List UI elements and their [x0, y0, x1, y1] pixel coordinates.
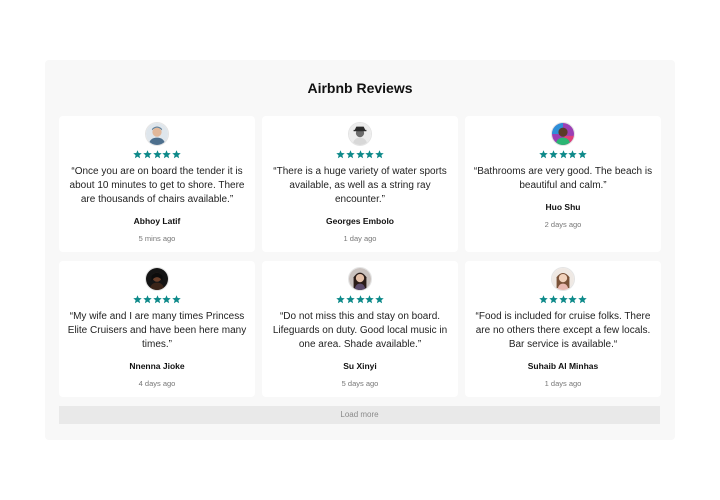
star-icon — [568, 150, 577, 159]
review-time: 5 days ago — [341, 379, 379, 388]
star-icon — [558, 150, 568, 159]
review-card: “Once you are on board the tender it is … — [59, 116, 255, 252]
star-icon — [568, 295, 577, 304]
star-icon — [171, 295, 181, 304]
star-icon — [133, 295, 143, 304]
star-icon — [374, 295, 384, 304]
star-icon — [374, 150, 384, 159]
load-more-button[interactable]: Load more — [59, 406, 660, 424]
review-card: “There is a huge variety of water sports… — [262, 116, 458, 252]
reviews-panel: Airbnb Reviews “Once you are on board th… — [45, 60, 675, 440]
review-card: “Do not miss this and stay on board. Lif… — [262, 261, 458, 397]
star-icon — [355, 295, 365, 304]
star-icon — [143, 295, 152, 304]
star-rating — [471, 295, 655, 306]
star-icon — [346, 295, 355, 304]
review-text: “My wife and I are many times Princess E… — [67, 311, 247, 350]
star-icon — [558, 295, 568, 304]
avatar — [145, 267, 169, 291]
star-rating — [65, 295, 249, 306]
reviewer-name: Huo Shu — [545, 202, 581, 212]
star-icon — [549, 150, 558, 159]
star-icon — [162, 150, 171, 159]
star-icon — [336, 295, 346, 304]
review-card: “Bathrooms are very good. The beach is b… — [465, 116, 661, 252]
avatar — [551, 267, 575, 291]
review-time: 4 days ago — [138, 379, 176, 388]
avatar — [145, 122, 169, 146]
star-icon — [355, 150, 365, 159]
star-icon — [171, 150, 181, 159]
review-card: “My wife and I are many times Princess E… — [59, 261, 255, 397]
reviewer-name: Nnenna Jioke — [129, 361, 185, 371]
review-text: “Food is included for cruise folks. Ther… — [475, 311, 651, 350]
star-icon — [162, 295, 171, 304]
review-text: “Once you are on board the tender it is … — [69, 166, 245, 205]
star-rating — [471, 150, 655, 161]
review-time: 2 days ago — [544, 220, 582, 229]
review-time: 1 days ago — [544, 379, 582, 388]
review-card: “Food is included for cruise folks. Ther… — [465, 261, 661, 397]
page-title: Airbnb Reviews — [307, 80, 413, 96]
star-icon — [152, 150, 162, 159]
avatar — [348, 267, 372, 291]
star-icon — [346, 150, 355, 159]
avatar — [348, 122, 372, 146]
star-icon — [549, 295, 558, 304]
star-icon — [577, 295, 587, 304]
star-icon — [365, 150, 374, 159]
star-rating — [268, 295, 452, 306]
reviewer-name: Georges Embolo — [325, 216, 394, 226]
star-rating — [65, 150, 249, 161]
review-text: “Bathrooms are very good. The beach is b… — [473, 166, 653, 191]
star-icon — [143, 150, 152, 159]
star-icon — [539, 150, 549, 159]
star-icon — [365, 295, 374, 304]
reviewer-name: Suhaib Al Minhas — [527, 361, 599, 371]
star-rating — [268, 150, 452, 161]
star-icon — [133, 150, 143, 159]
star-icon — [152, 295, 162, 304]
review-text: “There is a huge variety of water sports… — [273, 166, 447, 205]
review-text: “Do not miss this and stay on board. Lif… — [272, 311, 448, 350]
star-icon — [577, 150, 587, 159]
star-icon — [336, 150, 346, 159]
review-time: 1 day ago — [343, 234, 377, 243]
avatar — [551, 122, 575, 146]
reviewer-name: Abhoy Latif — [133, 216, 181, 226]
review-time: 5 mins ago — [138, 234, 176, 243]
reviewer-name: Su Xinyi — [343, 361, 377, 371]
star-icon — [539, 295, 549, 304]
